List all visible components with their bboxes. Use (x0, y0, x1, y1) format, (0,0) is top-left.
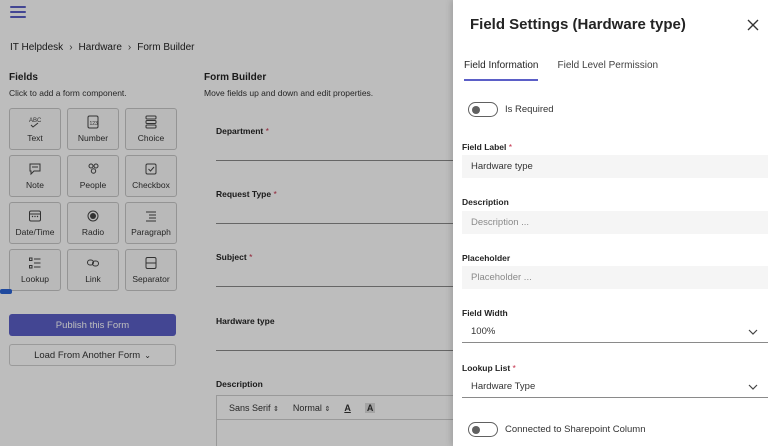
connected-sharepoint-toggle[interactable] (468, 422, 498, 437)
chevron-down-icon (748, 384, 758, 390)
modal-backdrop[interactable] (0, 0, 453, 446)
close-icon[interactable] (746, 18, 760, 32)
lookup-list-label: Lookup List * (462, 363, 516, 373)
connected-sharepoint-label: Connected to Sharepoint Column (505, 424, 646, 435)
required-mark: * (512, 363, 516, 373)
settings-tabs: Field Information Field Level Permission (464, 58, 658, 81)
field-settings-panel: Field Settings (Hardware type) Field Inf… (453, 0, 768, 446)
placeholder-label: Placeholder (462, 253, 511, 263)
panel-title: Field Settings (Hardware type) (470, 16, 686, 33)
description-input[interactable]: Description ... (462, 211, 768, 234)
tab-field-information[interactable]: Field Information (464, 58, 539, 81)
lookup-list-value: Hardware Type (471, 381, 536, 392)
lookup-list-select[interactable]: Hardware Type (462, 376, 768, 398)
field-width-label: Field Width (462, 308, 508, 318)
field-width-select[interactable]: 100% (462, 321, 768, 343)
is-required-label: Is Required (505, 104, 554, 115)
is-required-toggle[interactable] (468, 102, 498, 117)
field-width-value: 100% (471, 326, 496, 337)
label-text: Lookup List (462, 363, 511, 373)
chevron-down-icon (748, 329, 758, 335)
field-label-input[interactable]: Hardware type (462, 155, 768, 178)
tab-field-level-permission[interactable]: Field Level Permission (557, 58, 658, 81)
label-text: Field Label (462, 142, 507, 152)
description-label: Description (462, 197, 509, 207)
required-mark: * (508, 142, 513, 152)
field-label-label: Field Label * (462, 142, 512, 152)
placeholder-input[interactable]: Placeholder ... (462, 266, 768, 289)
